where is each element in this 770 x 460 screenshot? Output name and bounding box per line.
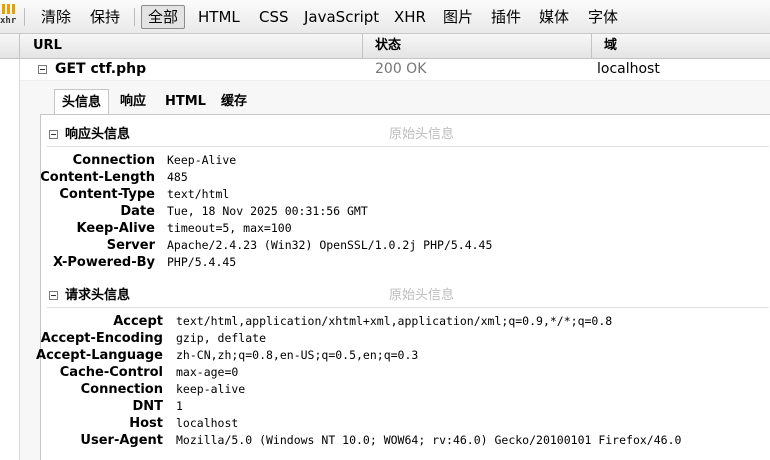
filter-javascript-button[interactable]: JavaScript <box>298 5 385 29</box>
header-value: Mozilla/5.0 (Windows NT 10.0; WOW64; rv:… <box>176 433 682 447</box>
toolbar: xhr 清除 保持 全部 HTML CSS JavaScript XHR 图片 … <box>0 0 770 34</box>
header-name: DNT <box>132 399 163 414</box>
xhr-logo-icon: xhr <box>0 4 18 30</box>
tab-html[interactable]: HTML <box>158 89 213 115</box>
column-divider <box>362 34 363 58</box>
header-name: X-Powered-By <box>53 255 155 270</box>
column-divider <box>591 34 592 58</box>
collapse-toggle-icon[interactable] <box>49 130 58 139</box>
raw-headers-link[interactable]: 原始头信息 <box>389 124 454 146</box>
header-row: Cache-Control max-age=0 <box>41 364 761 381</box>
filter-plugins-button[interactable]: 插件 <box>485 5 527 29</box>
header-value: keep-alive <box>176 382 246 396</box>
persist-button[interactable]: 保持 <box>84 5 126 29</box>
filter-media-button[interactable]: 媒体 <box>533 5 575 29</box>
clear-button[interactable]: 清除 <box>35 5 77 29</box>
header-value: localhost <box>176 416 239 430</box>
header-row: Host localhost <box>41 415 761 432</box>
header-name: Keep-Alive <box>76 221 155 236</box>
request-status: 200 OK <box>375 61 427 77</box>
header-row: Server Apache/2.4.23 (Win32) OpenSSL/1.0.… <box>41 237 761 254</box>
tab-response[interactable]: 响应 <box>113 89 153 115</box>
header-value: text/html <box>167 187 230 201</box>
header-name: Accept <box>113 314 163 329</box>
header-value: Keep-Alive <box>167 153 237 167</box>
header-row: Accept-Encoding gzip, deflate <box>41 330 761 347</box>
raw-headers-link[interactable]: 原始头信息 <box>389 285 454 307</box>
header-row: Keep-Alive timeout=5, max=100 <box>41 220 761 237</box>
header-value: Tue, 18 Nov 2025 00:31:56 GMT <box>167 204 368 218</box>
header-row: User-Agent Mozilla/5.0 (Windows NT 10.0; … <box>41 432 761 449</box>
column-header: URL 状态 域 <box>0 34 770 59</box>
response-headers-section[interactable]: 响应头信息 原始头信息 <box>47 124 769 147</box>
header-value: Apache/2.4.23 (Win32) OpenSSL/1.0.2j PHP… <box>167 238 493 252</box>
filter-xhr-button[interactable]: XHR <box>388 5 432 29</box>
logo-label: xhr <box>0 16 17 26</box>
header-name: Server <box>106 238 155 253</box>
header-row: DNT 1 <box>41 398 761 415</box>
header-row: Connection keep-alive <box>41 381 761 398</box>
header-name: Connection <box>72 153 155 168</box>
collapse-toggle-icon[interactable] <box>49 291 58 300</box>
tab-headers[interactable]: 头信息 <box>54 89 110 115</box>
header-value: 1 <box>176 399 183 413</box>
header-value: PHP/5.4.45 <box>167 255 237 269</box>
header-value: timeout=5, max=100 <box>167 221 292 235</box>
request-url: GET ctf.php <box>55 61 147 77</box>
filter-images-button[interactable]: 图片 <box>437 5 479 29</box>
filter-css-button[interactable]: CSS <box>253 5 295 29</box>
request-domain: localhost <box>597 61 660 77</box>
headers-panel: 响应头信息 原始头信息 Connection Keep-Alive Content-… <box>36 114 770 460</box>
filter-fonts-button[interactable]: 字体 <box>582 5 624 29</box>
section-title: 响应头信息 <box>65 127 131 142</box>
header-row: Accept text/html,application/xhtml+xml,ap… <box>41 313 761 330</box>
header-row: Accept-Language zh-CN,zh;q=0.8,en-US;q=0.… <box>36 347 761 364</box>
header-name: Connection <box>80 382 163 397</box>
column-url[interactable]: URL <box>33 34 62 58</box>
header-name: Date <box>120 204 155 219</box>
header-row: X-Powered-By PHP/5.4.45 <box>41 254 761 271</box>
header-name: Accept-Encoding <box>40 331 163 346</box>
filter-all-button[interactable]: 全部 <box>141 5 186 29</box>
section-title: 请求头信息 <box>65 288 131 303</box>
column-domain[interactable]: 域 <box>604 34 617 58</box>
header-name: User-Agent <box>80 433 163 448</box>
header-name: Accept-Language <box>36 348 163 363</box>
header-value: text/html,application/xhtml+xml,applicat… <box>176 314 613 328</box>
column-divider <box>19 34 20 58</box>
header-row: Content-Length 485 <box>40 169 761 186</box>
collapse-toggle-icon[interactable] <box>38 65 47 74</box>
filter-html-button[interactable]: HTML <box>192 5 246 29</box>
header-value: 485 <box>167 170 188 184</box>
request-row[interactable]: GET ctf.php 200 OK localhost <box>20 59 770 81</box>
header-value: max-age=0 <box>176 365 239 379</box>
request-detail: 头信息 响应 HTML 缓存 响应头信息 原始头信息 Connection Kee… <box>20 81 770 460</box>
header-row: Content-Type text/html <box>41 186 761 203</box>
header-name: Cache-Control <box>59 365 163 380</box>
header-name: Content-Length <box>40 170 155 185</box>
toolbar-separator <box>24 8 25 26</box>
header-value: zh-CN,zh;q=0.8,en-US;q=0.5,en;q=0.3 <box>176 348 419 362</box>
toolbar-separator <box>134 8 135 26</box>
header-value: gzip, deflate <box>176 331 267 345</box>
header-row: Date Tue, 18 Nov 2025 00:31:56 GMT <box>41 203 761 220</box>
column-status[interactable]: 状态 <box>375 34 401 58</box>
header-name: Host <box>129 416 163 431</box>
header-row: Connection Keep-Alive <box>41 152 761 169</box>
tab-cache[interactable]: 缓存 <box>214 89 254 115</box>
header-name: Content-Type <box>59 187 155 202</box>
request-headers-section[interactable]: 请求头信息 原始头信息 <box>47 285 769 308</box>
